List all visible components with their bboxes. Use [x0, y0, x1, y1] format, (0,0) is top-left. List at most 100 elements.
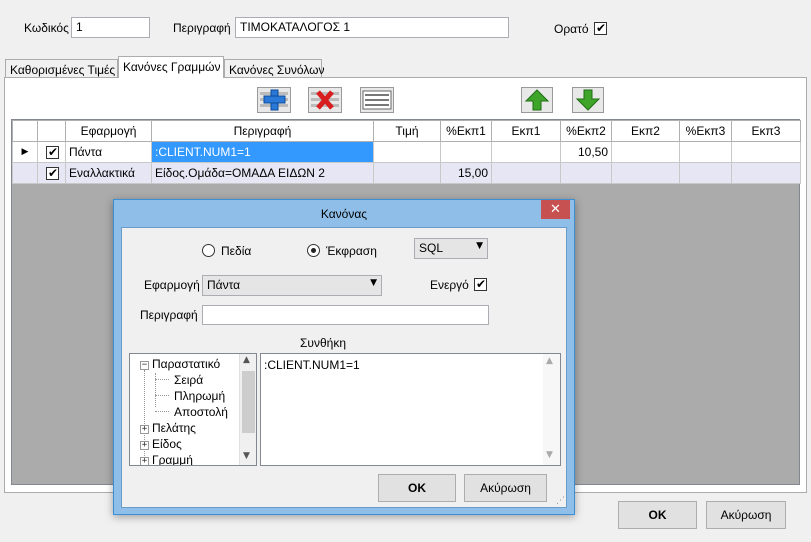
rules-table: Εφαρμογή Περιγραφή Τιμή %Εκπ1 Εκπ1 %Εκπ2…: [12, 120, 801, 184]
tree-item-document[interactable]: Παραστατικό: [152, 357, 220, 371]
cell-price[interactable]: [373, 162, 441, 184]
tree-item-item[interactable]: Είδος: [152, 437, 182, 451]
visible-checkbox[interactable]: ✔: [594, 21, 607, 35]
cell-description[interactable]: :CLIENT.NUM1=1: [151, 141, 374, 163]
cell-disc1[interactable]: [491, 141, 561, 163]
visible-label: Ορατό: [554, 22, 589, 36]
scroll-down-icon[interactable]: ▼: [546, 450, 553, 460]
tree-scrollbar[interactable]: ▲ ▼: [239, 354, 256, 465]
table-row[interactable]: ✔ Εναλλακτικά Είδος.Ομάδα=ΟΜΑΔΑ ΕΙΔΩΝ 2 …: [12, 162, 801, 184]
dialog-title: Κανόνας: [320, 207, 368, 221]
cell-disc3-pct[interactable]: [679, 141, 732, 163]
row-checkbox-cell[interactable]: ✔: [37, 141, 66, 163]
dialog-description-field[interactable]: [202, 305, 489, 325]
expand-icon[interactable]: +: [140, 457, 149, 465]
tree-line: [155, 395, 169, 396]
ok-button[interactable]: OK: [618, 501, 697, 529]
row-indicator-header: [12, 120, 38, 142]
scroll-up-icon[interactable]: ▲: [243, 355, 250, 365]
column-header[interactable]: %Εκπ2: [560, 120, 612, 142]
table-row[interactable]: ▶ ✔ Πάντα :CLIENT.NUM1=1 10,50: [12, 141, 801, 163]
column-header[interactable]: Εκπ1: [491, 120, 561, 142]
add-button[interactable]: [257, 87, 291, 113]
expand-icon[interactable]: +: [140, 425, 149, 434]
condition-text[interactable]: :CLIENT.NUM1=1: [264, 358, 360, 372]
cell-price[interactable]: [373, 141, 441, 163]
tab-label: Κανόνες Γραμμών: [123, 60, 221, 74]
apply-label: Εφαρμογή: [144, 278, 200, 292]
cell-disc1-pct[interactable]: [440, 141, 492, 163]
collapse-icon[interactable]: −: [140, 361, 149, 370]
mode-fields-radio[interactable]: [202, 244, 215, 257]
condition-editor[interactable]: :CLIENT.NUM1=1 ▲ ▼: [260, 353, 561, 466]
condition-label: Συνθήκη: [300, 336, 347, 350]
check-icon: ✔: [48, 145, 59, 159]
dialog-cancel-button[interactable]: Ακύρωση: [464, 474, 547, 502]
column-header[interactable]: Εκπ3: [731, 120, 801, 142]
column-header[interactable]: Περιγραφή: [151, 120, 374, 142]
description-field[interactable]: ΤΙΜΟΚΑΤΑΛΟΓΟΣ 1: [235, 17, 509, 38]
fields-tree[interactable]: − Παραστατικό Σειρά Πληρωμή Αποστολή + Π…: [129, 353, 257, 466]
check-icon: ✔: [476, 277, 487, 291]
row-checkbox-cell[interactable]: ✔: [37, 162, 66, 184]
delete-icon: [311, 90, 339, 110]
tab-default-prices[interactable]: Καθορισμένες Τιμές: [5, 59, 118, 78]
expand-icon[interactable]: +: [140, 441, 149, 450]
cell-description[interactable]: Είδος.Ομάδα=ΟΜΑΔΑ ΕΙΔΩΝ 2: [151, 162, 374, 184]
tab-label: Καθορισμένες Τιμές: [10, 63, 116, 77]
language-select[interactable]: SQL ▼: [414, 238, 488, 259]
delete-button[interactable]: [308, 87, 342, 113]
mode-expression-radio[interactable]: [307, 244, 320, 257]
row-checkbox[interactable]: ✔: [46, 145, 59, 159]
tab-total-rules[interactable]: Κανόνες Συνόλων: [224, 59, 325, 78]
cell-disc1[interactable]: [491, 162, 561, 184]
column-header[interactable]: %Εκπ3: [679, 120, 732, 142]
tab-line-rules[interactable]: Κανόνες Γραμμών: [118, 56, 224, 78]
cell-apply[interactable]: Εναλλακτικά: [65, 162, 152, 184]
code-field[interactable]: 1: [71, 17, 150, 38]
cell-disc2-pct[interactable]: 10,50: [560, 141, 612, 163]
tab-label: Κανόνες Συνόλων: [229, 63, 325, 77]
tree-item-line[interactable]: Γραμμή: [152, 453, 193, 465]
dialog-body: Πεδία Έκφραση SQL ▼ Εφαρμογή Πάντα ▼ Ενεργ…: [121, 227, 567, 508]
cancel-button[interactable]: Ακύρωση: [706, 501, 786, 529]
column-header[interactable]: Εφαρμογή: [65, 120, 152, 142]
dialog-description-label: Περιγραφή: [140, 308, 198, 322]
mode-expression-label: Έκφραση: [326, 244, 377, 258]
scroll-down-icon[interactable]: ▼: [243, 451, 250, 461]
cell-disc2[interactable]: [611, 162, 680, 184]
list-button[interactable]: [360, 87, 394, 113]
active-checkbox[interactable]: ✔: [474, 277, 487, 291]
tree-item-payment[interactable]: Πληρωμή: [174, 389, 225, 403]
cell-disc3[interactable]: [731, 141, 801, 163]
move-up-button[interactable]: [521, 87, 553, 113]
language-value: SQL: [419, 241, 444, 255]
move-down-button[interactable]: [572, 87, 604, 113]
apply-select[interactable]: Πάντα ▼: [202, 275, 382, 296]
column-header[interactable]: Τιμή: [373, 120, 441, 142]
column-header[interactable]: %Εκπ1: [440, 120, 492, 142]
close-icon[interactable]: ✕: [541, 200, 570, 219]
cell-apply[interactable]: Πάντα: [65, 141, 152, 163]
cell-disc2-pct[interactable]: [560, 162, 612, 184]
check-header: [37, 120, 66, 142]
move-up-icon: [524, 89, 550, 111]
cell-disc2[interactable]: [611, 141, 680, 163]
row-checkbox[interactable]: ✔: [46, 166, 59, 180]
code-label: Κωδικός: [24, 21, 69, 35]
row-indicator: [12, 162, 38, 184]
radio-selected-dot: [311, 248, 316, 253]
tree-item-customer[interactable]: Πελάτης: [152, 421, 196, 435]
cell-disc1-pct[interactable]: 15,00: [440, 162, 492, 184]
column-header[interactable]: Εκπ2: [611, 120, 680, 142]
resize-grip-icon[interactable]: ⋰: [556, 496, 565, 506]
tree-item-shipping[interactable]: Αποστολή: [174, 405, 228, 419]
scroll-thumb[interactable]: [242, 371, 255, 433]
move-down-icon: [575, 89, 601, 111]
cell-disc3[interactable]: [731, 162, 801, 184]
tree-item-series[interactable]: Σειρά: [174, 373, 203, 387]
cell-disc3-pct[interactable]: [679, 162, 732, 184]
editor-scrollbar[interactable]: ▲ ▼: [543, 354, 560, 465]
dialog-ok-button[interactable]: OK: [378, 474, 456, 502]
scroll-up-icon[interactable]: ▲: [546, 356, 553, 366]
